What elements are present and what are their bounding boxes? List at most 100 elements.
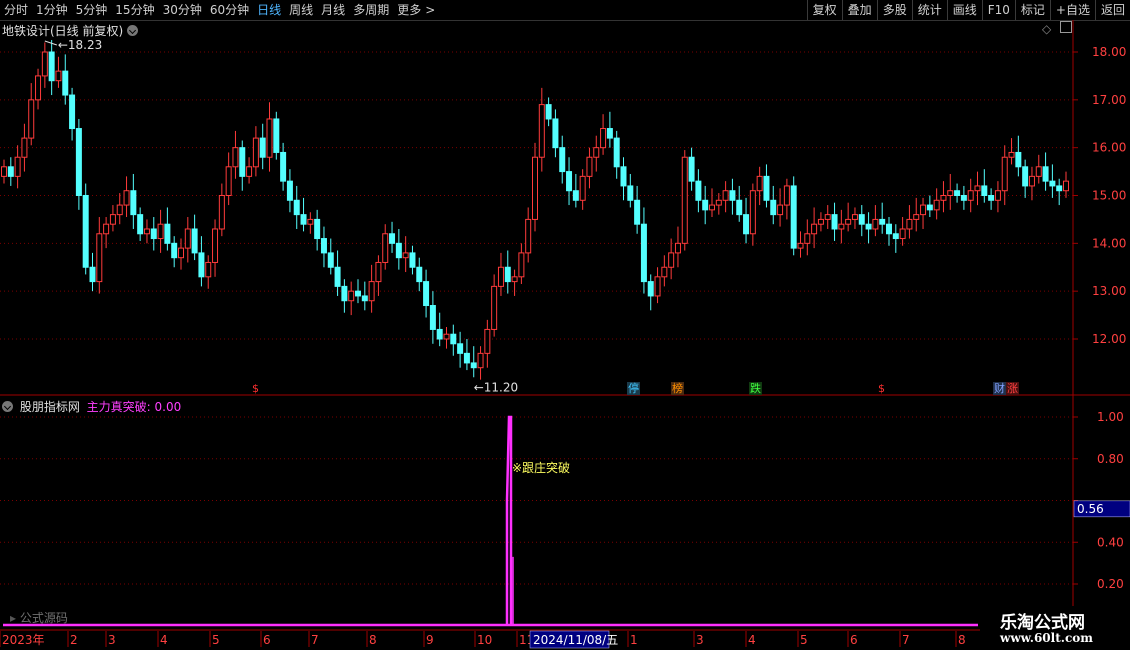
event-marker[interactable]: 跌: [749, 382, 762, 395]
candle-body: [103, 223, 110, 235]
period-tab[interactable]: 更多: [393, 0, 425, 20]
candle-body: [55, 70, 62, 82]
time-tick-label: 8: [958, 633, 966, 647]
price-tick-label: 15.00: [1092, 189, 1126, 203]
candle-body: [994, 190, 1001, 201]
event-marker[interactable]: 财: [993, 382, 1006, 395]
candle-body: [89, 266, 96, 283]
high-pointer: [44, 40, 58, 46]
low-price-label: ←11.20: [474, 380, 518, 394]
candle-body: [838, 223, 845, 230]
candle-body: [225, 166, 232, 197]
toolbar-action-button[interactable]: 叠加: [841, 0, 877, 20]
candle-body: [205, 261, 212, 278]
candle-body: [443, 333, 450, 340]
candle-body: [171, 242, 178, 259]
candle-body: [661, 266, 668, 278]
price-tick-label: 13.00: [1092, 284, 1126, 298]
event-marker[interactable]: 榜: [671, 382, 684, 395]
candle-body: [314, 218, 321, 240]
candle-body: [756, 175, 763, 192]
candle-body: [620, 166, 627, 187]
candle-body: [348, 290, 355, 302]
candle-body: [1063, 180, 1069, 192]
toolbar-action-button[interactable]: +自选: [1049, 0, 1095, 20]
candle-body: [423, 281, 430, 307]
candle-body: [28, 99, 35, 139]
toolbar-action-button[interactable]: 复权: [806, 0, 842, 20]
period-tab[interactable]: 日线: [253, 0, 285, 20]
candle-body: [729, 190, 736, 201]
candle-body: [184, 228, 191, 249]
candle-body: [1001, 156, 1008, 192]
candle-body: [532, 156, 538, 220]
toolbar-action-button[interactable]: 画线: [946, 0, 982, 20]
period-tab[interactable]: 周线: [285, 0, 317, 20]
candle-body: [899, 228, 906, 240]
event-marker[interactable]: $: [877, 382, 886, 395]
chevron-down-icon[interactable]: [127, 25, 139, 36]
period-tab[interactable]: 60分钟: [206, 0, 253, 20]
time-tick-label: 9: [426, 633, 434, 647]
candle-body: [266, 118, 273, 158]
period-tab[interactable]: 分时: [0, 0, 32, 20]
candle-body: [246, 166, 253, 177]
period-tab[interactable]: 月线: [317, 0, 349, 20]
candle-body: [341, 285, 348, 302]
candle-body: [457, 343, 464, 354]
candle-body: [906, 218, 913, 230]
candle-body: [293, 199, 300, 216]
price-tick-label: 14.00: [1092, 236, 1126, 250]
period-tab[interactable]: 5分钟: [72, 0, 112, 20]
candle-body: [300, 214, 307, 225]
candle-body: [681, 156, 688, 244]
candle-body: [960, 195, 967, 201]
toolbar-action-button[interactable]: F10: [981, 0, 1015, 20]
cursor-date-label: 2024/11/08/五: [533, 633, 618, 647]
candle-body: [1035, 166, 1042, 177]
candle-body: [634, 199, 641, 225]
period-tab[interactable]: 15分钟: [111, 0, 158, 20]
time-tick-label: 2023年: [2, 633, 45, 647]
high-price-label: ←18.23: [58, 38, 102, 52]
toolbar-action-button[interactable]: 标记: [1014, 0, 1050, 20]
candle-body: [538, 104, 545, 158]
candle-body: [1015, 151, 1022, 168]
time-tick-label: 4: [748, 633, 756, 647]
candle-body: [572, 190, 579, 201]
period-tab[interactable]: 30分钟: [159, 0, 206, 20]
toolbar-action-button[interactable]: 统计: [911, 0, 947, 20]
formula-source-link[interactable]: ▸ 公式源码: [10, 609, 68, 626]
event-marker[interactable]: 停: [627, 382, 640, 395]
time-tick-label: 10: [477, 633, 492, 647]
chevron-right-icon[interactable]: >: [425, 0, 439, 20]
value-tick-label: 0.20: [1097, 577, 1124, 591]
candle-body: [450, 333, 457, 345]
candle-body: [640, 223, 647, 283]
indicator-chart[interactable]: 1.00 0.80 0.40 0.20 0.56: [0, 396, 1130, 629]
candle-body: [286, 180, 293, 201]
event-marker[interactable]: 涨: [1006, 382, 1019, 395]
period-tab[interactable]: 1分钟: [32, 0, 72, 20]
chart-title: 地铁设计(日线 前复权): [2, 22, 141, 39]
candle-body: [429, 305, 436, 330]
event-marker[interactable]: $: [251, 382, 260, 395]
toolbar-action-button[interactable]: 多股: [876, 0, 912, 20]
chevron-down-icon[interactable]: [2, 401, 13, 412]
candle-body: [600, 128, 607, 149]
toolbar-action-button[interactable]: 返回: [1094, 0, 1130, 20]
candle-body: [252, 137, 259, 168]
maximize-icon[interactable]: [1060, 21, 1072, 33]
candle-body: [198, 252, 205, 278]
price-chart[interactable]: 18.00 17.00 16.00 15.00 14.00 13.00 12.00 ←18.2…: [0, 20, 1130, 396]
diamond-icon[interactable]: ◇: [1042, 22, 1051, 36]
period-tab[interactable]: 多周期: [349, 0, 393, 20]
candle-body: [783, 185, 790, 206]
indicator-series-label: 主力真突破: 0.00: [86, 400, 182, 414]
candle-body: [212, 228, 219, 263]
candle-body: [593, 147, 600, 158]
candle-body: [75, 128, 82, 196]
candle-body: [69, 94, 76, 130]
time-tick-label: 7: [902, 633, 910, 647]
candle-body: [436, 328, 443, 340]
